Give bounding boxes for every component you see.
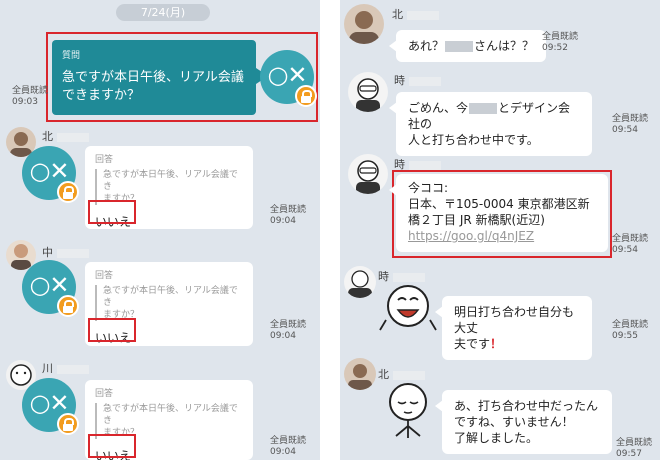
- quoted-question: 急ですが本日午後、リアル会議でき ますか？: [95, 285, 243, 321]
- read-receipt-question: 全員既読 09:03: [12, 86, 48, 108]
- sender-name: 中: [42, 244, 89, 260]
- lock-icon: [57, 413, 79, 435]
- sender-name: 北: [392, 6, 439, 22]
- redacted-name: [445, 41, 474, 52]
- person-photo-icon: [348, 364, 372, 390]
- question-bubble[interactable]: 質問 急ですが本日午後、リアル会議 できますか？: [52, 40, 268, 115]
- question-text-line1: 急ですが本日午後、リアル会議: [62, 70, 244, 85]
- sender-name: 北: [42, 128, 89, 144]
- date-separator: 7/24(月): [116, 4, 210, 21]
- question-text-line2: できますか？: [62, 88, 141, 103]
- highlight-box-answer: [88, 318, 136, 342]
- message-bubble[interactable]: あれ？ さんは？？: [388, 30, 547, 62]
- lock-icon: [57, 181, 79, 203]
- lock-icon: [57, 295, 79, 317]
- read-receipt: 全員既読 09:04: [270, 436, 307, 457]
- maru-batsu-app-icon[interactable]: ○✕: [260, 50, 317, 107]
- message-bubble[interactable]: ごめん、今 とデザイン会社の 人と打ち合わせ中です。: [389, 92, 592, 156]
- illustrated-avatar-icon: [348, 270, 372, 298]
- sender-name: 川: [42, 360, 89, 376]
- read-receipt: 全員既読 09:54: [612, 234, 649, 255]
- highlight-box-answer: [88, 200, 136, 224]
- message-bubble[interactable]: あ、打ち合わせ中だったん ですね、すいません！ 了解しました。: [435, 390, 612, 454]
- bowing-stick-figure-sticker-icon: [389, 383, 427, 438]
- location-message-bubble[interactable]: 今ココ: 日本、〒105-0004 東京都港区新 橋２丁目 JR 新橋駅(近辺)…: [389, 174, 608, 252]
- answer-label: 回答: [95, 271, 114, 281]
- maru-batsu-app-icon: ○✕: [22, 378, 79, 435]
- avatar-toki[interactable]: [344, 266, 376, 298]
- illustrated-avatar-icon: [356, 78, 380, 112]
- person-photo-icon: [349, 11, 379, 44]
- read-receipt: 全員既読 09:57: [616, 438, 653, 459]
- maru-batsu-app-icon: ○✕: [22, 260, 79, 317]
- avatar-kita[interactable]: [344, 358, 376, 390]
- right-chat-panel: 北 あれ？ さんは？？ 全員既読 09:52 時 ごめん、今 とデザイン会社の 人と…: [340, 0, 660, 460]
- read-receipt: 全員既読 09:04: [270, 205, 307, 226]
- message-bubble[interactable]: 明日打ち合わせ自分も大丈 夫です！: [435, 296, 592, 360]
- timestamp: 09:03: [12, 97, 38, 107]
- highlight-box-answer: [88, 434, 136, 458]
- avatar-toki[interactable]: [348, 72, 388, 112]
- answer-label: 回答: [95, 155, 114, 165]
- redacted-name: [469, 103, 498, 114]
- maru-batsu-app-icon: ○✕: [22, 146, 79, 203]
- read-receipt: 全員既読 09:55: [612, 320, 649, 341]
- read-receipt: 全員既読 09:04: [270, 320, 307, 341]
- lock-icon: [295, 85, 317, 107]
- map-link[interactable]: https://goo.gl/q4nJEZ: [408, 228, 596, 244]
- sender-name: 時: [394, 72, 441, 88]
- laughing-stick-figure-sticker-icon: [379, 285, 437, 331]
- avatar-toki[interactable]: [348, 154, 388, 194]
- read-status: 全員既読: [12, 86, 49, 96]
- avatar-kita[interactable]: [344, 4, 384, 44]
- left-chat-panel: 7/24(月) 質問 急ですが本日午後、リアル会議 できますか？ ○✕ 全員既読…: [0, 0, 320, 460]
- answer-label: 回答: [95, 389, 114, 399]
- question-label: 質問: [62, 51, 81, 61]
- read-receipt: 全員既読 09:52: [542, 32, 579, 53]
- read-receipt: 全員既読 09:54: [612, 114, 649, 135]
- illustrated-avatar-icon: [356, 160, 380, 194]
